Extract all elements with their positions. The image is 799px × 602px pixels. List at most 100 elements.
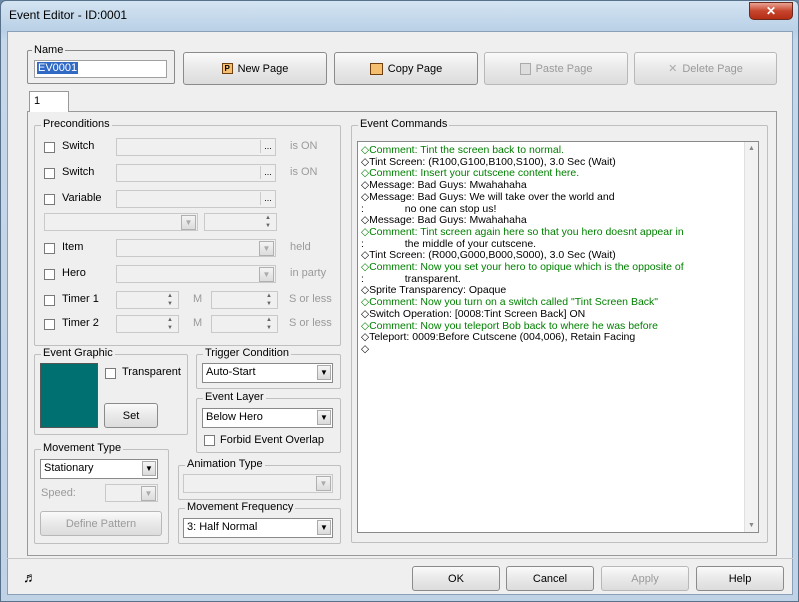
event-commands-list[interactable]: ◇Comment: Tint the screen back to normal… <box>357 141 759 533</box>
close-icon[interactable]: ✕ <box>749 2 793 20</box>
item-checkbox[interactable] <box>44 243 55 254</box>
animation-type-select[interactable]: ▼ <box>183 474 333 493</box>
event-command-line[interactable]: ◇Switch Operation: [0008:Tint Screen Bac… <box>361 308 585 320</box>
variable-field[interactable]: ... <box>116 190 276 208</box>
variable-operator-select[interactable]: ▼ <box>44 213 198 231</box>
event-command-line[interactable]: ◇Teleport: 0009:Before Cutscene (004,006… <box>361 331 635 343</box>
event-command-line[interactable]: ◇Message: Bad Guys: Mwahahaha <box>361 214 527 226</box>
bottom-divider <box>7 558 793 559</box>
event-command-line[interactable]: : no one can stop us! <box>361 203 496 215</box>
switch1-label: Switch <box>62 140 95 152</box>
event-command-comment[interactable]: ◇Comment: Tint screen again here so that… <box>361 226 684 238</box>
spinner-arrows-icon[interactable]: ▲ ▼ <box>261 214 275 231</box>
copy-page-button[interactable]: Copy Page <box>334 52 478 85</box>
paste-page-label: Paste Page <box>535 62 593 75</box>
timer1-m-label: M <box>193 293 203 305</box>
switch2-field[interactable]: ... <box>116 164 276 182</box>
spinner-arrows-icon[interactable]: ▲ ▼ <box>163 316 177 333</box>
event-command-line[interactable]: ◇Message: Bad Guys: Mwahahaha <box>361 179 527 191</box>
event-command-comment[interactable]: ◇Comment: Now you teleport Bob back to w… <box>361 320 658 332</box>
event-command-line[interactable]: ◇Tint Screen: (R100,G100,B100,S100), 3.0… <box>361 156 616 168</box>
new-page-button[interactable]: P New Page <box>183 52 327 85</box>
event-command-line[interactable]: ◇Tint Screen: (R000,G000,B000,S000), 3.0… <box>361 249 616 261</box>
spinner-arrows-icon[interactable]: ▲ ▼ <box>163 292 177 309</box>
event-command-comment[interactable]: ◇Comment: Insert your cutscene content h… <box>361 167 579 179</box>
define-pattern-label: Define Pattern <box>65 517 137 530</box>
event-command-line[interactable]: ◇ <box>361 343 369 355</box>
switch2-label: Switch <box>62 166 95 178</box>
item-select[interactable]: ▼ <box>116 239 276 257</box>
item-state: held <box>290 241 311 253</box>
timer1-minutes-spinner[interactable]: ▲ ▼ <box>116 291 179 309</box>
event-command-comment[interactable]: ◇Comment: Now you turn on a switch calle… <box>361 296 658 308</box>
switch2-checkbox[interactable] <box>44 168 55 179</box>
event-command-comment[interactable]: ◇Comment: Tint the screen back to normal… <box>361 144 564 156</box>
event-graphic-label: Event Graphic <box>41 347 115 359</box>
movement-type-select[interactable]: Stationary ▼ <box>40 459 158 479</box>
event-editor-window: Event Editor - ID:0001 ✕ Name EV0001 P N… <box>0 0 799 602</box>
help-label: Help <box>728 572 752 585</box>
chevron-down-icon: ▼ <box>316 476 331 491</box>
chevron-down-icon: ▼ <box>259 241 274 256</box>
title-bar[interactable]: Event Editor - ID:0001 ✕ <box>1 1 798 31</box>
spinner-arrows-icon[interactable]: ▲ ▼ <box>262 292 276 309</box>
event-command-line[interactable]: ◇Sprite Transparency: Opaque <box>361 284 506 296</box>
help-button[interactable]: Help <box>696 566 784 591</box>
timer1-seconds-spinner[interactable]: ▲ ▼ <box>211 291 278 309</box>
trigger-condition-select[interactable]: Auto-Start ▼ <box>202 363 333 383</box>
timer1-label: Timer 1 <box>62 293 99 305</box>
timer2-minutes-spinner[interactable]: ▲ ▼ <box>116 315 179 333</box>
paste-page-icon <box>519 62 531 75</box>
set-graphic-label: Set <box>122 409 140 422</box>
transparent-checkbox[interactable] <box>105 368 116 379</box>
switch2-browse-button[interactable]: ... <box>260 166 275 179</box>
timer2-checkbox[interactable] <box>44 319 55 330</box>
cancel-label: Cancel <box>532 572 568 585</box>
event-command-line[interactable]: : the middle of your cutscene. <box>361 238 536 250</box>
spinner-arrows-icon[interactable]: ▲ ▼ <box>262 316 276 333</box>
variable-checkbox[interactable] <box>44 194 55 205</box>
event-graphic-preview[interactable] <box>40 363 98 428</box>
scroll-down-icon[interactable]: ▼ <box>748 522 755 529</box>
movement-type-value: Stationary <box>44 462 94 474</box>
timer2-m-label: M <box>193 317 203 329</box>
timer2-seconds-spinner[interactable]: ▲ ▼ <box>211 315 278 333</box>
trigger-condition-label: Trigger Condition <box>203 347 291 359</box>
event-commands-scrollbar[interactable]: ▲ ▼ <box>744 142 758 532</box>
hero-select[interactable]: ▼ <box>116 265 276 283</box>
tab-page-1[interactable]: 1 <box>29 91 69 112</box>
speed-select[interactable]: ▼ <box>105 484 158 502</box>
define-pattern-button[interactable]: Define Pattern <box>40 511 162 536</box>
variable-label: Variable <box>62 192 102 204</box>
apply-label: Apply <box>631 572 659 585</box>
switch1-browse-button[interactable]: ... <box>260 140 275 153</box>
animation-type-label: Animation Type <box>185 458 265 470</box>
event-command-comment[interactable]: ◇Comment: Now you set your hero to opiqu… <box>361 261 684 273</box>
name-input[interactable]: EV0001 <box>34 60 167 78</box>
variable-browse-button[interactable]: ... <box>260 192 275 205</box>
paste-page-button[interactable]: Paste Page <box>484 52 628 85</box>
timer2-label: Timer 2 <box>62 317 99 329</box>
tab-page-1-label: 1 <box>34 95 41 107</box>
delete-page-button[interactable]: ✕ Delete Page <box>634 52 777 85</box>
speed-label: Speed: <box>41 487 76 499</box>
music-note-icon[interactable]: ♬ <box>23 569 37 585</box>
apply-button[interactable]: Apply <box>601 566 689 591</box>
event-layer-label: Event Layer <box>203 391 266 403</box>
scroll-up-icon[interactable]: ▲ <box>748 145 755 152</box>
trigger-condition-value: Auto-Start <box>206 366 256 378</box>
hero-checkbox[interactable] <box>44 269 55 280</box>
forbid-overlap-checkbox[interactable] <box>204 435 215 446</box>
set-graphic-button[interactable]: Set <box>104 403 158 428</box>
timer1-checkbox[interactable] <box>44 295 55 306</box>
movement-frequency-select[interactable]: 3: Half Normal ▼ <box>183 518 333 538</box>
event-command-line[interactable]: ◇Message: Bad Guys: We will take over th… <box>361 191 615 203</box>
switch1-checkbox[interactable] <box>44 142 55 153</box>
cancel-button[interactable]: Cancel <box>506 566 594 591</box>
variable-value-spinner[interactable]: ▲ ▼ <box>204 213 277 231</box>
ok-button[interactable]: OK <box>412 566 500 591</box>
event-layer-select[interactable]: Below Hero ▼ <box>202 408 333 428</box>
event-command-line[interactable]: : transparent. <box>361 273 461 285</box>
preconditions-group: Preconditions <box>34 118 341 346</box>
switch1-field[interactable]: ... <box>116 138 276 156</box>
